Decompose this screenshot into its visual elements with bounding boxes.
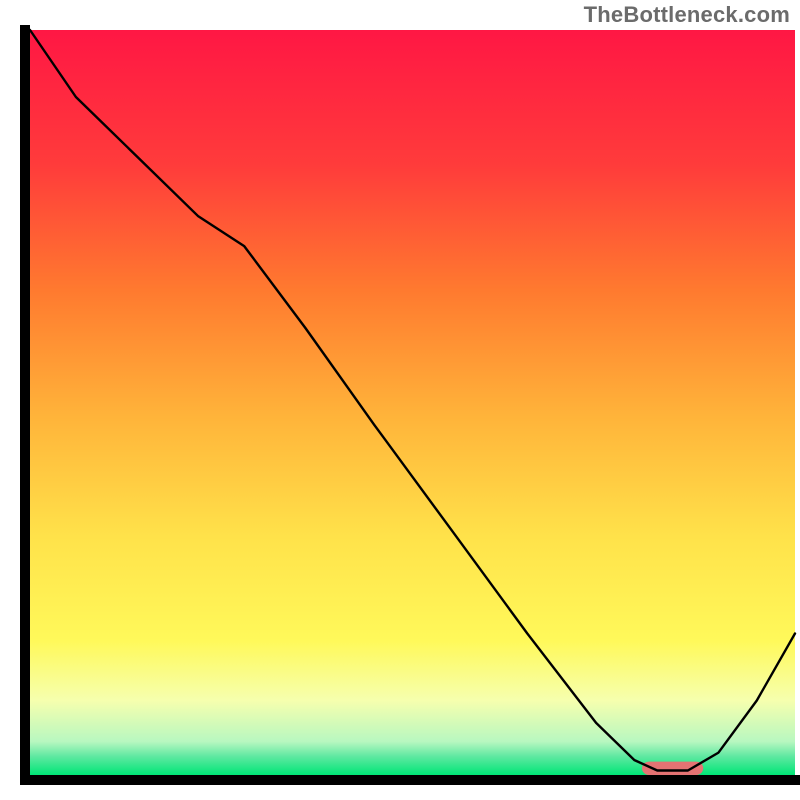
- watermark-text: TheBottleneck.com: [584, 2, 790, 28]
- axis-frame: [20, 25, 800, 780]
- plot-background: [30, 30, 795, 775]
- chart-container: TheBottleneck.com: [0, 0, 800, 800]
- bottleneck-chart: [0, 0, 800, 800]
